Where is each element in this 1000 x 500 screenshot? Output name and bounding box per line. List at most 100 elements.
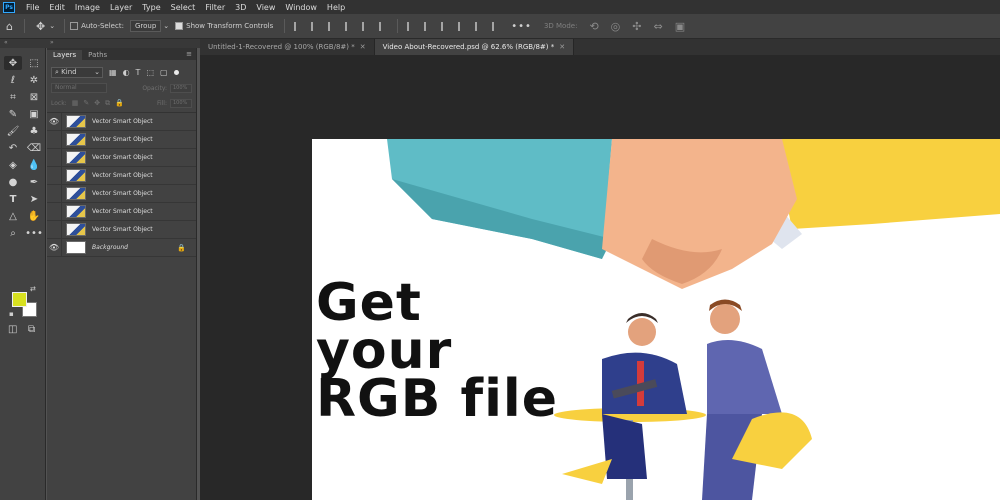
- tab-document-video-about[interactable]: Video About-Recovered.psd @ 62.6% (RGB/8…: [374, 39, 575, 55]
- checkbox-box[interactable]: [175, 22, 184, 30]
- path-selection-tool-icon[interactable]: ➤: [25, 192, 43, 206]
- pixel-filter-icon[interactable]: ▦: [109, 68, 117, 77]
- menu-filter[interactable]: Filter: [200, 3, 230, 12]
- close-icon[interactable]: ✕: [559, 43, 565, 51]
- visibility-toggle[interactable]: [47, 153, 61, 163]
- menu-edit[interactable]: Edit: [44, 3, 70, 12]
- pen-tool-icon[interactable]: ✒: [25, 175, 43, 189]
- auto-select-dropdown[interactable]: Group: [129, 20, 162, 32]
- history-brush-tool-icon[interactable]: ↶: [4, 141, 22, 155]
- blur-tool-icon[interactable]: 💧: [25, 158, 43, 172]
- kind-filter-dropdown[interactable]: ⌕ Kind ⌄: [51, 66, 103, 78]
- more-tools-icon[interactable]: •••: [25, 226, 43, 240]
- tab-layers[interactable]: Layers: [47, 50, 83, 60]
- layer-row[interactable]: Vector Smart Object: [47, 166, 196, 185]
- layer-row-background[interactable]: 👁 Background 🔒: [47, 238, 196, 257]
- type-filter-icon[interactable]: T: [136, 68, 141, 77]
- menu-file[interactable]: File: [21, 3, 44, 12]
- type-tool-icon[interactable]: T: [4, 192, 22, 206]
- distribute-right-icon[interactable]: [492, 21, 501, 31]
- 3d-roll-icon[interactable]: ◎: [611, 20, 621, 33]
- blend-mode-dropdown[interactable]: Normal: [51, 83, 107, 93]
- close-icon[interactable]: ✕: [360, 43, 366, 51]
- distribute-center-icon[interactable]: [475, 21, 484, 31]
- foreground-color-swatch[interactable]: [12, 292, 27, 307]
- clone-stamp-tool-icon[interactable]: ♣: [25, 124, 43, 138]
- move-tool-icon[interactable]: ✥: [36, 20, 45, 33]
- menu-view[interactable]: View: [251, 3, 280, 12]
- checkbox-box[interactable]: [70, 22, 79, 30]
- crop-tool-icon[interactable]: ⌗: [4, 90, 22, 104]
- visibility-toggle[interactable]: [47, 171, 61, 181]
- opacity-field[interactable]: 100%: [170, 83, 192, 93]
- align-right-icon[interactable]: [328, 21, 337, 31]
- chevron-down-icon[interactable]: ⌄: [49, 22, 55, 30]
- eye-icon[interactable]: 👁: [47, 243, 61, 252]
- tab-document-untitled[interactable]: Untitled-1-Recovered @ 100% (RGB/8#) * ✕: [200, 39, 375, 55]
- collapse-arrows-icon[interactable]: »: [50, 39, 54, 46]
- swap-colors-icon[interactable]: ⇄: [30, 285, 36, 293]
- align-bottom-icon[interactable]: [379, 21, 388, 31]
- eyedropper-tool-icon[interactable]: ✎: [4, 107, 22, 121]
- document-canvas[interactable]: Get your RGB file: [312, 139, 1000, 500]
- panel-collapse-bar[interactable]: «»: [0, 39, 200, 48]
- menu-image[interactable]: Image: [70, 3, 105, 12]
- align-top-icon[interactable]: [345, 21, 354, 31]
- 3d-pan-icon[interactable]: ✣: [632, 20, 641, 33]
- align-middle-icon[interactable]: [362, 21, 371, 31]
- paint-bucket-tool-icon[interactable]: ◈: [4, 158, 22, 172]
- magic-wand-tool-icon[interactable]: ✲: [25, 73, 43, 87]
- shape-tool-icon[interactable]: △: [4, 209, 22, 223]
- screen-mode-icon[interactable]: ⧉: [28, 324, 35, 335]
- dodge-tool-icon[interactable]: ●: [4, 175, 22, 189]
- home-icon[interactable]: ⌂: [6, 20, 13, 33]
- menu-layer[interactable]: Layer: [105, 3, 137, 12]
- fill-field[interactable]: 100%: [170, 98, 192, 108]
- default-colors-icon[interactable]: ▪: [9, 310, 14, 318]
- move-tool-icon[interactable]: ✥: [4, 56, 22, 70]
- lock-all-icon[interactable]: 🔒: [115, 99, 124, 107]
- layer-row[interactable]: Vector Smart Object: [47, 220, 196, 239]
- canvas-area[interactable]: Get your RGB file: [200, 55, 1000, 500]
- 3d-slide-icon[interactable]: ⇔: [654, 20, 663, 33]
- menu-type[interactable]: Type: [137, 3, 165, 12]
- layer-row[interactable]: Vector Smart Object: [47, 184, 196, 203]
- visibility-toggle[interactable]: [47, 207, 61, 217]
- shape-filter-icon[interactable]: ⬚: [146, 68, 154, 77]
- marquee-tool-icon[interactable]: ⬚: [25, 56, 43, 70]
- zoom-tool-icon[interactable]: ⌕: [4, 226, 22, 240]
- show-transform-checkbox[interactable]: Show Transform Controls: [175, 22, 273, 30]
- lock-transparent-icon[interactable]: ▦: [72, 99, 79, 107]
- panel-menu-icon[interactable]: ≡: [186, 50, 192, 58]
- lock-artboard-icon[interactable]: ⧉: [105, 99, 110, 108]
- lock-image-icon[interactable]: ✎: [83, 99, 89, 107]
- menu-select[interactable]: Select: [166, 3, 201, 12]
- align-center-icon[interactable]: [311, 21, 320, 31]
- frame-tool-icon[interactable]: ⊠: [25, 90, 43, 104]
- smart-object-filter-icon[interactable]: ▢: [160, 68, 168, 77]
- visibility-toggle[interactable]: [47, 225, 61, 235]
- visibility-toggle[interactable]: [47, 189, 61, 199]
- layer-row[interactable]: Vector Smart Object: [47, 202, 196, 221]
- menu-help[interactable]: Help: [322, 3, 350, 12]
- lasso-tool-icon[interactable]: ℓ: [4, 73, 22, 87]
- 3d-material-tool-icon[interactable]: ▣: [25, 107, 43, 121]
- distribute-bottom-icon[interactable]: [441, 21, 450, 31]
- visibility-toggle[interactable]: [47, 135, 61, 145]
- hand-tool-icon[interactable]: ✋: [25, 209, 43, 223]
- distribute-top-icon[interactable]: [407, 21, 416, 31]
- distribute-left-icon[interactable]: [458, 21, 467, 31]
- lock-position-icon[interactable]: ✥: [94, 99, 100, 107]
- adjustment-filter-icon[interactable]: ◐: [123, 68, 130, 77]
- chevron-down-icon[interactable]: ⌄: [163, 22, 169, 30]
- 3d-scale-icon[interactable]: ▣: [675, 20, 685, 33]
- 3d-orbit-icon[interactable]: ⟲: [589, 20, 598, 33]
- layer-row[interactable]: Vector Smart Object: [47, 148, 196, 167]
- canvas-headline[interactable]: Get your RGB file: [316, 277, 558, 425]
- more-options-icon[interactable]: •••: [511, 21, 532, 32]
- brush-tool-icon[interactable]: 🖌: [4, 124, 22, 138]
- collapse-arrows-icon[interactable]: «: [4, 39, 8, 46]
- distribute-middle-icon[interactable]: [424, 21, 433, 31]
- filter-toggle-icon[interactable]: [173, 69, 179, 75]
- auto-select-checkbox[interactable]: Auto-Select:: [70, 22, 124, 30]
